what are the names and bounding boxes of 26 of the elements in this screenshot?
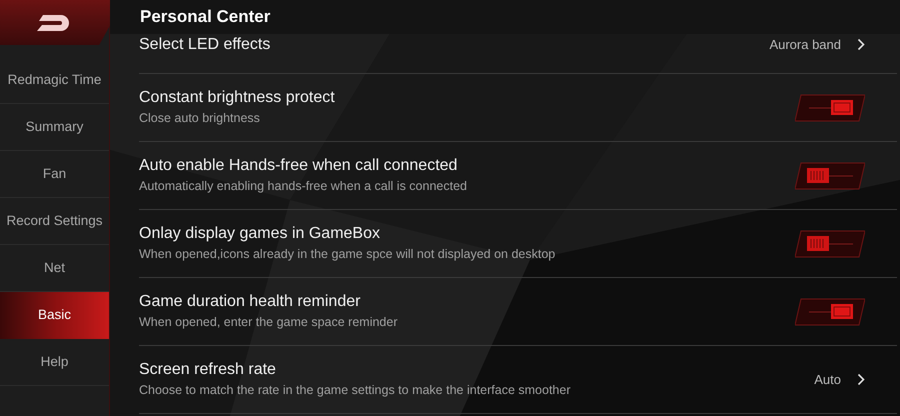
sidebar-item[interactable]: Summary [0,104,109,151]
sidebar-item[interactable]: Fan [0,151,109,198]
sidebar-item[interactable]: Record Settings [0,198,109,245]
setting-title: Screen refresh rate [139,360,277,380]
sidebar-item[interactable]: Help [0,339,109,386]
toggle-switch[interactable] [795,160,865,190]
setting-description: Automatically enabling hands-free when a call is connected [139,179,468,195]
toggle-switch[interactable] [795,296,865,326]
setting-title: Onlay display games in GameBox [139,224,381,244]
setting-title: Game duration health reminder [139,292,362,312]
toggle-switch[interactable] [795,228,865,258]
setting-description: Choose to match the rate in the game settings to make the interface smoother [139,383,572,399]
sidebar-item[interactable]: Redmagic Time [0,57,109,104]
setting-value: Aurora band [769,36,841,54]
setting-title: Select LED effects [139,35,272,55]
setting-description: When opened, enter the game space reminder [139,315,398,331]
chevron-right-icon[interactable] [857,38,865,52]
setting-title: Constant brightness protect [139,88,336,108]
page-title: Personal Center [140,6,270,28]
setting-title: Auto enable Hands-free when call connected [139,156,458,176]
setting-description: When opened,icons already in the game spce will not displayed on desktop [139,247,556,263]
chevron-right-icon[interactable] [857,373,865,386]
toggle-switch[interactable] [795,92,865,122]
sidebar-item[interactable]: Basic [0,292,109,339]
setting-value: Auto [814,370,841,389]
setting-description: Close auto brightness [139,111,261,127]
